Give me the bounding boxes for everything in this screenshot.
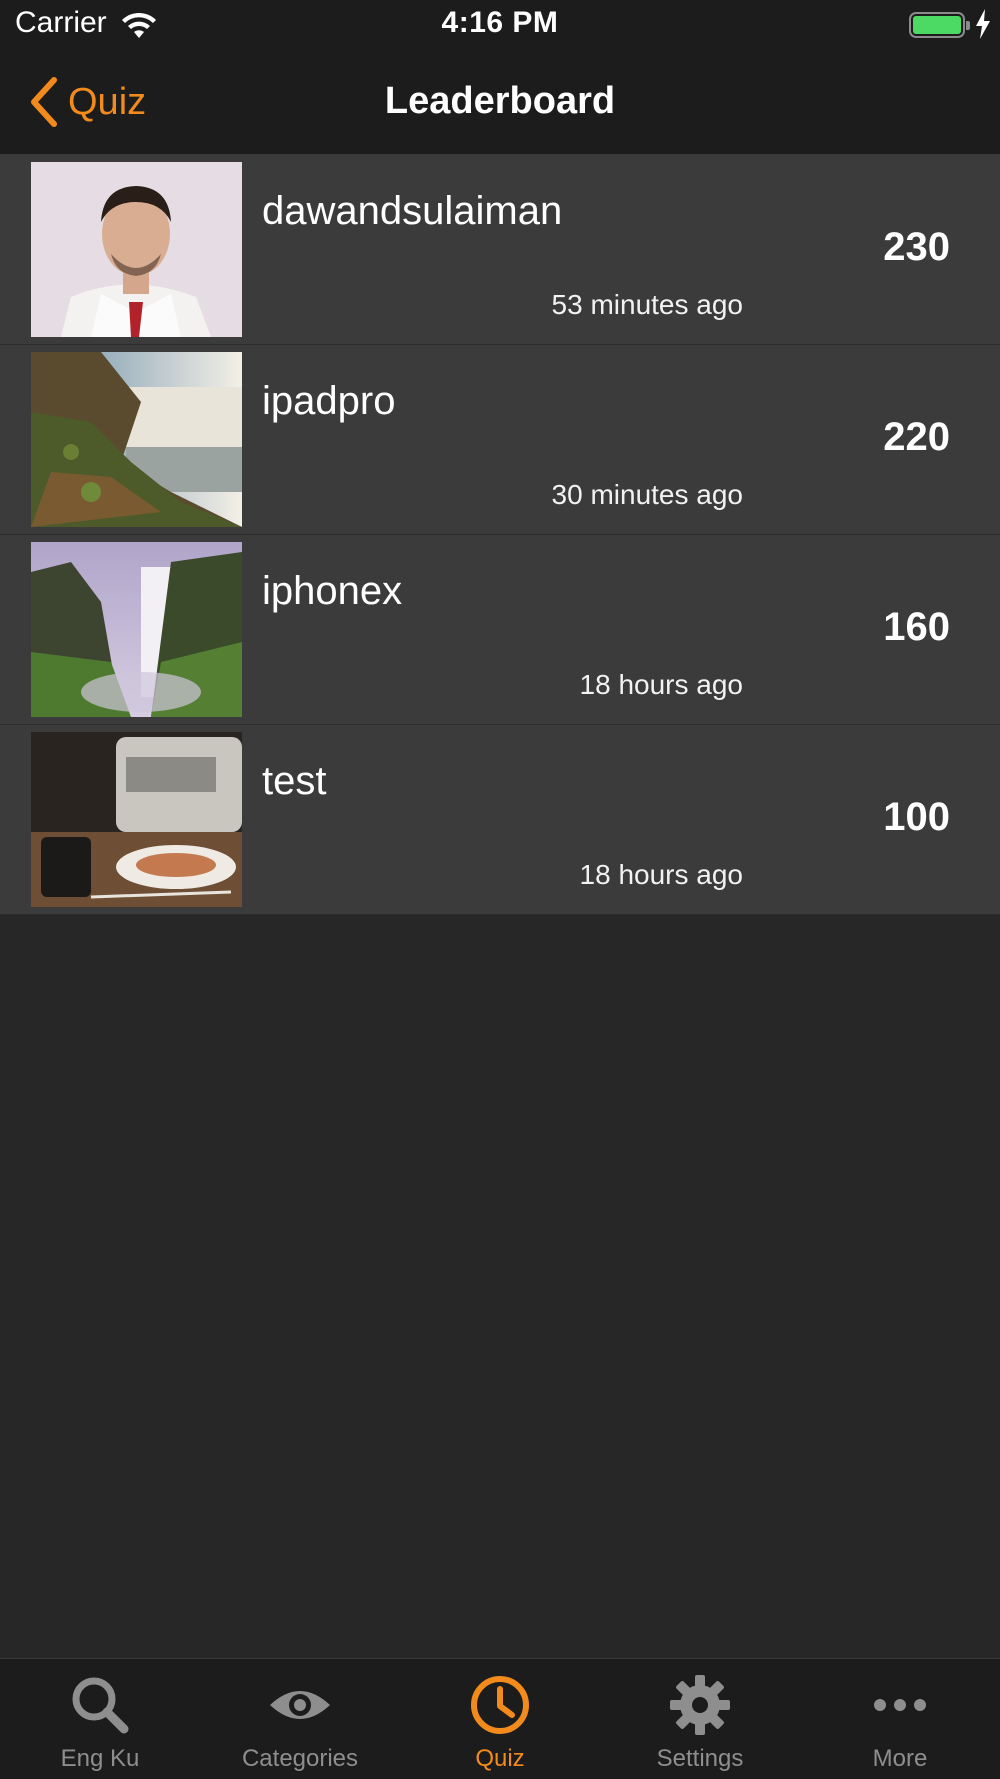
eye-icon [270, 1691, 330, 1719]
score: 220 [883, 415, 950, 459]
tab-settings[interactable]: Settings [600, 1659, 800, 1779]
search-icon [72, 1677, 129, 1734]
score: 160 [883, 605, 950, 649]
train-window-photo [31, 732, 242, 907]
avatar [31, 352, 242, 527]
battery-icon [909, 12, 970, 38]
leaderboard-row[interactable]: iphonex 160 18 hours ago [0, 535, 1000, 725]
charging-icon [976, 9, 990, 39]
avatar [31, 732, 242, 907]
username: ipadpro [262, 379, 396, 423]
tab-more[interactable]: More [800, 1659, 1000, 1779]
avatar [31, 162, 242, 337]
tab-label: Quiz [475, 1745, 525, 1772]
score: 230 [883, 225, 950, 269]
tab-label: Categories [241, 1745, 359, 1772]
page-title: Leaderboard [384, 80, 616, 122]
timestamp: 53 minutes ago [551, 289, 743, 320]
tab-label: More [872, 1745, 928, 1772]
timestamp: 30 minutes ago [551, 479, 743, 510]
tab-categories[interactable]: Categories [200, 1659, 400, 1779]
gear-icon [670, 1675, 730, 1735]
status-bar: Carrier 4:16 PM [0, 0, 1000, 50]
username: iphonex [262, 569, 403, 613]
avatar [31, 542, 242, 717]
tab-quiz[interactable]: Quiz [400, 1659, 600, 1779]
tab-bar: Eng Ku Categories Quiz Settings More [0, 1658, 1000, 1779]
tab-label: Eng Ku [60, 1745, 140, 1772]
username: test [262, 759, 327, 803]
leaderboard-row[interactable]: test 100 18 hours ago [0, 725, 1000, 915]
navigation-bar: Quiz Leaderboard [0, 50, 1000, 155]
waterfall-photo [31, 352, 242, 527]
timestamp: 18 hours ago [579, 669, 743, 700]
tab-eng-ku[interactable]: Eng Ku [0, 1659, 200, 1779]
username: dawandsulaiman [262, 189, 563, 233]
leaderboard-list: dawandsulaiman 230 53 minutes ago ipadpr… [0, 155, 1000, 915]
person-photo [31, 162, 242, 337]
leaderboard-row[interactable]: dawandsulaiman 230 53 minutes ago [0, 155, 1000, 345]
waterfall-photo-2 [31, 542, 242, 717]
score: 100 [883, 795, 950, 839]
leaderboard-row[interactable]: ipadpro 220 30 minutes ago [0, 345, 1000, 535]
timestamp: 18 hours ago [579, 859, 743, 890]
clock-time: 4:16 PM [441, 6, 559, 39]
clock-icon [471, 1676, 529, 1734]
more-icon [874, 1699, 926, 1711]
tab-label: Settings [656, 1745, 744, 1772]
